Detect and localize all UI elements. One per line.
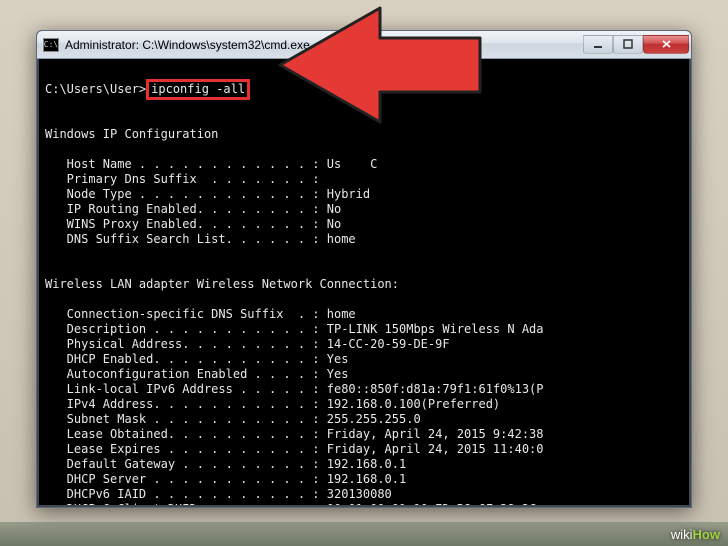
titlebar[interactable]: C:\ Administrator: C:\Windows\system32\c… <box>37 31 691 59</box>
cmd-window: C:\ Administrator: C:\Windows\system32\c… <box>36 30 692 508</box>
window-controls <box>583 36 689 54</box>
ip-config-block: Host Name . . . . . . . . . . . . : Us C… <box>45 157 683 247</box>
adapter-header: Wireless LAN adapter Wireless Network Co… <box>45 277 399 291</box>
close-icon <box>661 39 672 49</box>
window-title: Administrator: C:\Windows\system32\cmd.e… <box>65 38 583 52</box>
minimize-button[interactable] <box>583 35 613 54</box>
adapter-block: Connection-specific DNS Suffix . : home … <box>45 307 683 507</box>
cmd-icon: C:\ <box>43 38 59 52</box>
command-highlight: ipconfig -all <box>146 79 250 100</box>
maximize-icon <box>623 39 633 49</box>
watermark: wikiHow <box>671 527 720 542</box>
prompt: C:\Users\User> <box>45 82 146 97</box>
minimize-icon <box>593 39 603 49</box>
maximize-button[interactable] <box>613 35 643 54</box>
section-header: Windows IP Configuration <box>45 127 218 141</box>
footer-band <box>0 522 728 546</box>
terminal-output[interactable]: C:\Users\User>ipconfig -all Windows IP C… <box>37 59 691 507</box>
close-button[interactable] <box>643 35 689 54</box>
